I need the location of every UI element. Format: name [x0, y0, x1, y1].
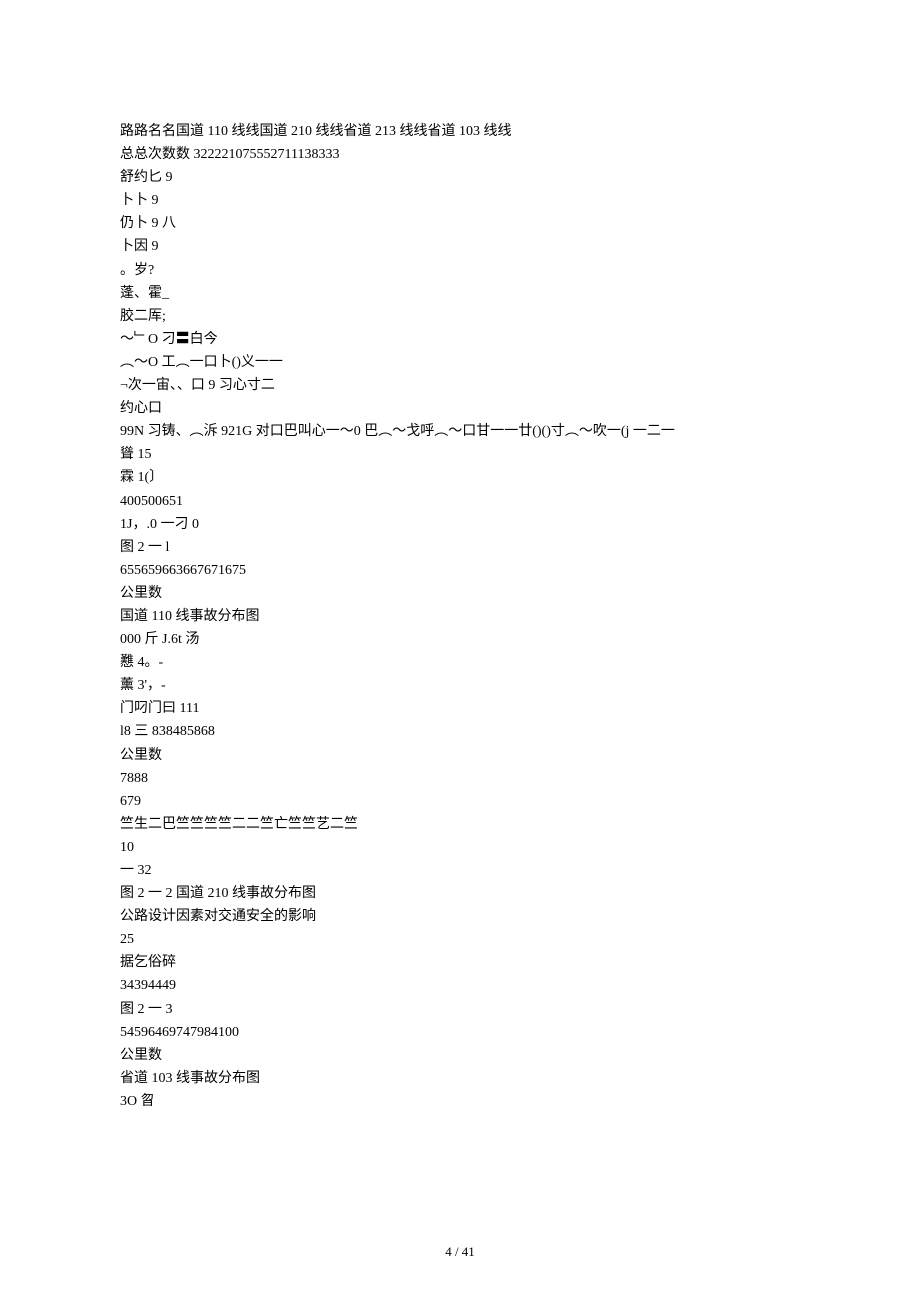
text-line: 655659663667671675 [120, 559, 800, 582]
text-line: 679 [120, 790, 800, 813]
text-line: 胶二厍; [120, 305, 800, 328]
document-page: 路路名名国道 110 线线国道 210 线线省道 213 线线省道 103 线线… [0, 0, 920, 1302]
text-line: 卜因 9 [120, 235, 800, 258]
text-line: 蓬、霍_ [120, 282, 800, 305]
text-line: 99N 习铸、︵泝 921G 对口巴叫心一〜0 巴︵〜戈呼︵〜口甘一一廿()()… [120, 420, 800, 443]
text-line: 25 [120, 928, 800, 951]
text-line: 竺生二巴竺竺竺竺二二竺亡竺竺艺二竺 [120, 813, 800, 836]
text-line: 图 2 一 l [120, 536, 800, 559]
text-line: 国道 110 线事故分布图 [120, 605, 800, 628]
text-line: 图 2 一 3 [120, 998, 800, 1021]
text-line: 总总次数数 322221075552711138333 [120, 143, 800, 166]
text-line: 。岁? [120, 259, 800, 282]
text-line: 10 [120, 836, 800, 859]
text-line: 000 斤 J.6t 汤 [120, 628, 800, 651]
text-line: l8 三 838485868 [120, 720, 800, 743]
text-line: 路路名名国道 110 线线国道 210 线线省道 213 线线省道 103 线线 [120, 120, 800, 143]
document-content: 路路名名国道 110 线线国道 210 线线省道 213 线线省道 103 线线… [120, 120, 800, 1113]
text-line: ¬次一宙、、口 9 习心寸二 [120, 374, 800, 397]
text-line: 〜﹂O 刁〓白今 [120, 328, 800, 351]
text-line: 34394449 [120, 974, 800, 997]
text-line: 门叼门曰 111 [120, 697, 800, 720]
text-line: 约心口 [120, 397, 800, 420]
text-line: 一 32 [120, 859, 800, 882]
text-line: 省道 103 线事故分布图 [120, 1067, 800, 1090]
page-number: 4 / 41 [0, 1241, 920, 1262]
text-line: 图 2 一 2 国道 210 线事故分布图 [120, 882, 800, 905]
text-line: 仍卜 9 八 [120, 212, 800, 235]
text-line: 7888 [120, 767, 800, 790]
text-line: ︵〜O 工︵一口卜()义一一 [120, 351, 800, 374]
text-line: 卜卜 9 [120, 189, 800, 212]
text-line: 公里数 [120, 582, 800, 605]
text-line: 舒约匕 9 [120, 166, 800, 189]
text-line: 400500651 [120, 490, 800, 513]
text-line: 54596469747984100 [120, 1021, 800, 1044]
text-line: 薰 3'，- [120, 674, 800, 697]
text-line: 公里数 [120, 744, 800, 767]
text-line: 公路设计因素对交通安全的影响 [120, 905, 800, 928]
text-line: 霖 1(〕 [120, 466, 800, 489]
text-line: 戁 4。- [120, 651, 800, 674]
text-line: 1J，.0 一刁 0 [120, 513, 800, 536]
text-line: 公里数 [120, 1044, 800, 1067]
text-line: 据乞俗碎 [120, 951, 800, 974]
text-line: 聳 15 [120, 443, 800, 466]
text-line: 3O 曶 [120, 1090, 800, 1113]
